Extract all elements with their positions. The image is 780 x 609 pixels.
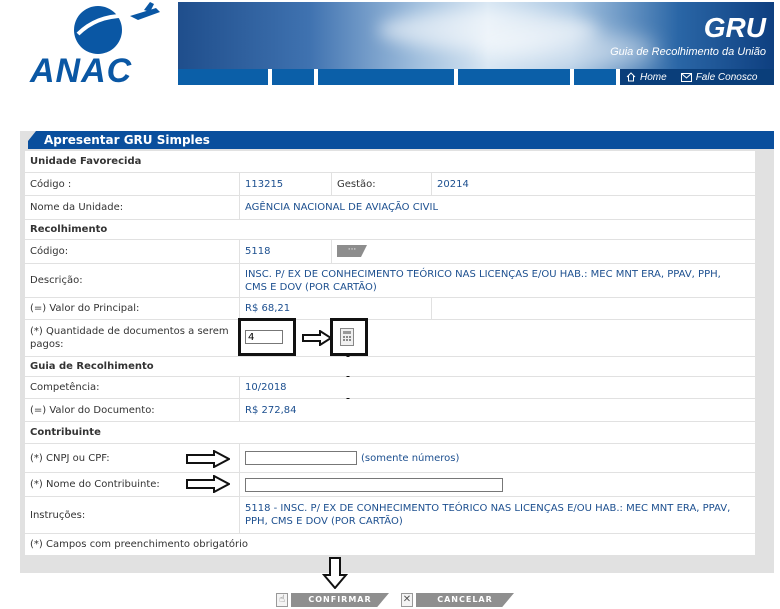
mail-icon[interactable] (680, 72, 692, 82)
label-nome-unidade: Nome da Unidade: (25, 196, 239, 219)
cnpj-hint: (somente números) (361, 452, 460, 464)
label-descricao: Descrição: (25, 264, 239, 297)
value-gestao: 20214 (432, 173, 755, 195)
lookup-cell: ··· (332, 240, 755, 263)
arrow-right-icon (186, 475, 230, 493)
row-competencia: Competência: 10/2018 (25, 377, 755, 398)
nav-segment[interactable] (574, 69, 616, 85)
label-competencia: Competência: (25, 377, 239, 398)
home-icon[interactable] (626, 72, 636, 82)
nome-contribuinte-input[interactable] (245, 477, 503, 492)
label-quantidade: (*) Quantidade de documentos a serem pag… (25, 320, 239, 356)
label-instrucoes: Instruções: (25, 497, 239, 533)
nav-segment[interactable] (178, 69, 268, 85)
row-valor-documento: (=) Valor do Documento: R$ 272,84 (25, 399, 755, 421)
cnpj-cell: (somente números) (240, 444, 755, 472)
value-descricao: INSC. P/ EX DE CONHECIMENTO TEÓRICO NAS … (240, 264, 755, 297)
label-valor-principal: (=) Valor do Principal: (25, 298, 239, 319)
banner-subtitle: Guia de Recolhimento da União (610, 46, 766, 58)
lookup-button[interactable]: ··· (337, 245, 367, 257)
value-nome-unidade: AGÊNCIA NACIONAL DE AVIAÇÃO CIVIL (240, 196, 755, 219)
logo-text: ANAC (30, 52, 133, 90)
nome-contribuinte-cell (240, 473, 755, 496)
cancel-button[interactable]: CANCELAR (416, 593, 514, 607)
value-codigo: 113215 (240, 173, 331, 195)
label-gestao: Gestão: (332, 173, 431, 195)
row-nome-unidade: Nome da Unidade: AGÊNCIA NACIONAL DE AVI… (25, 196, 755, 219)
row-valor-principal: (=) Valor do Principal: R$ 68,21 (25, 298, 755, 319)
gru-banner: GRU Guia de Recolhimento da União (178, 2, 774, 69)
nav-segment[interactable] (272, 69, 314, 85)
row-descricao: Descrição: INSC. P/ EX DE CONHECIMENTO T… (25, 264, 755, 297)
section-guia-recolhimento: Guia de Recolhimento (25, 357, 755, 376)
required-fields-note: (*) Campos com preenchimento obrigatório (25, 534, 755, 555)
row-cnpj: (*) CNPJ ou CPF: (somente números) (25, 444, 755, 472)
confirm-hand-icon[interactable]: ☝ (276, 593, 288, 607)
row-quantidade: (*) Quantidade de documentos a serem pag… (25, 320, 755, 356)
anac-logo: ANAC (30, 0, 170, 90)
arrow-right-icon (302, 330, 332, 346)
nav-segment[interactable] (318, 69, 454, 85)
value-instrucoes: 5118 - INSC. P/ EX DE CONHECIMENTO TEÓRI… (240, 497, 755, 533)
nav-contact-link[interactable]: Fale Conosco (696, 72, 758, 83)
value-competencia: 10/2018 (240, 377, 755, 398)
section-recolhimento: Recolhimento (25, 220, 755, 239)
value-valor-principal: R$ 68,21 (240, 298, 431, 319)
value-valor-documento: R$ 272,84 (240, 399, 300, 421)
nav-segment[interactable] (458, 69, 570, 85)
banner-title: GRU (703, 12, 766, 43)
nav-home-link[interactable]: Home (640, 72, 667, 83)
row-instrucoes: Instruções: 5118 - INSC. P/ EX DE CONHEC… (25, 497, 755, 533)
confirm-button[interactable]: CONFIRMAR (291, 593, 389, 607)
value-recolhimento-codigo: 5118 (240, 240, 331, 263)
nav-links: Home Fale Conosco (620, 69, 774, 85)
calculator-icon[interactable] (340, 328, 354, 346)
cancel-x-icon[interactable]: ✕ (401, 593, 413, 607)
label-valor-documento: (=) Valor do Documento: (25, 399, 239, 421)
quantidade-input[interactable] (245, 330, 283, 344)
label-recolhimento-codigo: Código: (25, 240, 239, 263)
row-recolhimento-codigo: Código: 5118 ··· (25, 240, 755, 263)
panel-title: Apresentar GRU Simples (28, 131, 774, 149)
arrow-down-icon (322, 557, 348, 589)
section-unidade-favorecida: Unidade Favorecida (25, 151, 755, 172)
section-contribuinte: Contribuinte (25, 422, 755, 443)
arrow-right-icon (186, 450, 230, 468)
row-unidade-codigo: Código : 113215 Gestão: 20214 (25, 173, 755, 195)
row-nome-contribuinte: (*) Nome do Contribuinte: (25, 473, 755, 496)
cnpj-input[interactable] (245, 451, 357, 465)
airplane-globe-icon (74, 2, 160, 54)
label-codigo: Código : (25, 173, 239, 195)
